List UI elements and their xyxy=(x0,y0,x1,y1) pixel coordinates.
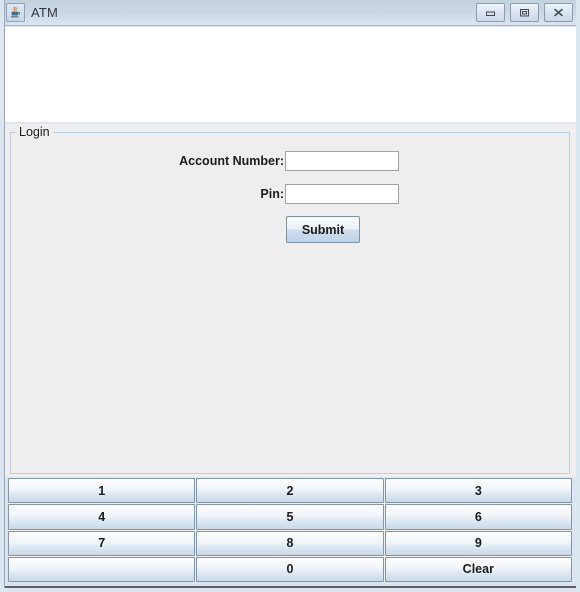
submit-button[interactable]: Submit xyxy=(286,216,360,243)
window-controls xyxy=(476,3,573,22)
atm-window: ATM Login Account Number: Pin: Submit 1 … xyxy=(0,0,580,592)
keypad-key-6[interactable]: 6 xyxy=(384,504,572,530)
keypad-key-8[interactable]: 8 xyxy=(196,530,384,556)
keypad-key-1[interactable]: 1 xyxy=(8,478,196,504)
display-text xyxy=(4,27,576,33)
keypad-key-7[interactable]: 7 xyxy=(8,530,196,556)
keypad-key-4[interactable]: 4 xyxy=(8,504,196,530)
keypad-key-9[interactable]: 9 xyxy=(384,530,572,556)
login-form: Account Number: Pin: Submit xyxy=(4,150,576,243)
keypad-key-2[interactable]: 2 xyxy=(196,478,384,504)
window-title: ATM xyxy=(31,5,59,20)
pin-label: Pin: xyxy=(260,187,284,201)
submit-row: Submit xyxy=(4,216,576,243)
minimize-button[interactable] xyxy=(476,3,505,22)
close-button[interactable] xyxy=(544,3,573,22)
keypad-key-0[interactable]: 0 xyxy=(196,556,384,582)
pin-input[interactable] xyxy=(285,184,399,204)
java-coffee-cup-icon xyxy=(6,3,25,22)
account-number-label: Account Number: xyxy=(179,154,284,168)
keypad-key-3[interactable]: 3 xyxy=(384,478,572,504)
login-panel-title: Login xyxy=(16,125,53,139)
keypad-key-5[interactable]: 5 xyxy=(196,504,384,530)
account-number-input[interactable] xyxy=(285,151,399,171)
maximize-button[interactable] xyxy=(510,3,539,22)
keypad-key-blank[interactable] xyxy=(8,556,196,582)
account-number-row: Account Number: xyxy=(4,150,576,172)
keypad-key-clear[interactable]: Clear xyxy=(384,556,572,582)
login-panel: Login Account Number: Pin: Submit xyxy=(4,124,576,477)
title-bar: ATM xyxy=(4,0,576,26)
keypad: 1 2 3 4 5 6 7 8 9 0 Clear xyxy=(8,478,572,582)
display-area xyxy=(4,27,576,122)
pin-row: Pin: xyxy=(4,183,576,205)
